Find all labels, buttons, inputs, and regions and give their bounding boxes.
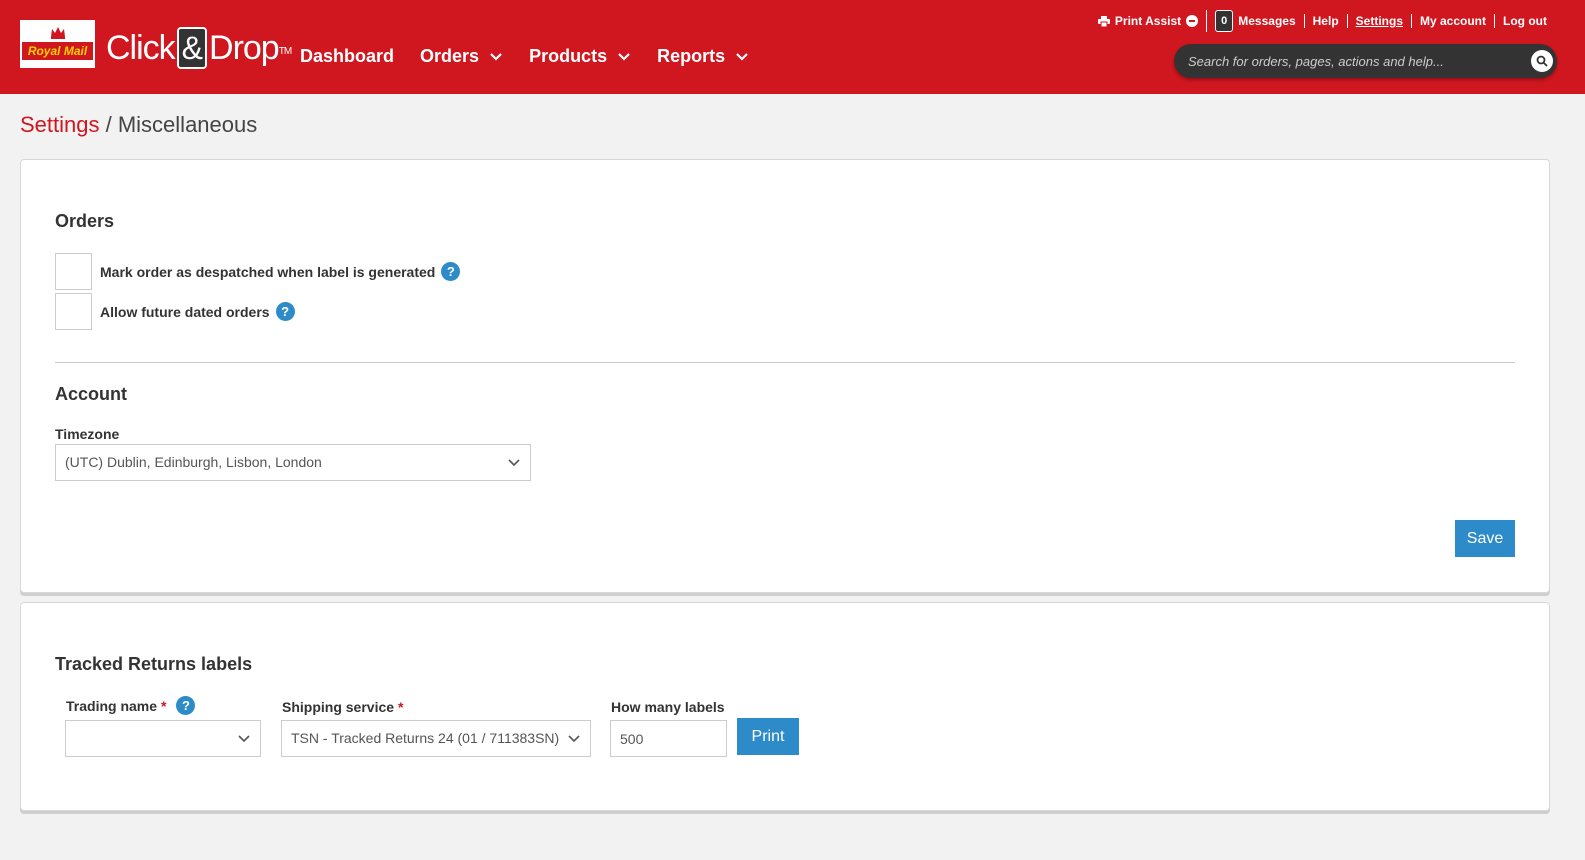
help-link[interactable]: Help [1303, 14, 1347, 28]
shipping-service-select[interactable]: TSN - Tracked Returns 24 (01 / 711383SN) [281, 720, 591, 757]
search-bar [1174, 44, 1557, 78]
nav-label: Dashboard [300, 46, 395, 66]
chevron-down-icon [736, 52, 748, 61]
brand-post: Drop [209, 29, 280, 67]
search-input[interactable] [1188, 50, 1518, 72]
trading-name-label-row: Trading name * ? [66, 696, 196, 715]
nav-label: Reports [657, 46, 726, 66]
settings-link[interactable]: Settings [1346, 14, 1411, 28]
print-assist-link[interactable]: Print Assist [1090, 14, 1206, 28]
nav-dashboard[interactable]: Dashboard [300, 46, 394, 67]
print-button[interactable]: Print [737, 718, 799, 755]
search-button[interactable] [1531, 50, 1553, 72]
minus-circle-icon [1186, 15, 1199, 27]
tracked-returns-panel: Tracked Returns labels Trading name * ? … [20, 602, 1550, 811]
shipping-service-value: TSN - Tracked Returns 24 (01 / 711383SN) [291, 730, 560, 746]
app-header: Royal Mail Click & DropTM Dashboard Orders… [0, 0, 1585, 94]
help-icon[interactable]: ? [275, 302, 295, 321]
printer-icon [1097, 15, 1110, 27]
how-many-labels-label: How many labels [611, 699, 725, 715]
timezone-select[interactable]: (UTC) Dublin, Edinburgh, Lisbon, London [55, 444, 531, 481]
crown-icon [51, 27, 65, 39]
future-dated-checkbox[interactable] [55, 293, 92, 330]
brand-pre: Click [106, 29, 176, 67]
nav-orders[interactable]: Orders [420, 46, 503, 67]
account-section-title: Account [55, 384, 127, 404]
brand-amp: & [176, 27, 208, 69]
main-nav: Dashboard Orders Products Reports [300, 46, 749, 67]
shipping-service-label: Shipping service [282, 699, 395, 715]
messages-label: Messages [1238, 14, 1296, 28]
orders-section-title: Orders [55, 211, 115, 231]
nav-label: Products [529, 46, 608, 66]
required-marker: * [398, 699, 404, 715]
required-marker: * [161, 697, 167, 714]
brand-name[interactable]: Click & DropTM [106, 26, 292, 70]
logo-text: Royal Mail [22, 42, 93, 60]
save-button[interactable]: Save [1455, 520, 1515, 557]
nav-label: Orders [420, 46, 480, 66]
despatch-option-row: Mark order as despatched when label is g… [55, 253, 461, 290]
breadcrumb: Settings / Miscellaneous [20, 112, 257, 138]
chevron-down-icon [238, 735, 250, 743]
print-assist-label: Print Assist [1114, 14, 1182, 28]
breadcrumb-settings-link[interactable]: Settings [20, 112, 100, 137]
nav-products[interactable]: Products [529, 46, 631, 67]
chevron-down-icon [618, 52, 630, 61]
my-account-label: My account [1420, 14, 1487, 28]
nav-reports[interactable]: Reports [657, 46, 749, 67]
breadcrumb-current: Miscellaneous [117, 112, 258, 137]
future-dated-option-row: Allow future dated orders ? [55, 293, 295, 330]
settings-panel: Orders Mark order as despatched when lab… [20, 159, 1550, 593]
chevron-down-icon [568, 735, 580, 743]
despatch-checkbox[interactable] [55, 253, 92, 290]
log-out-link[interactable]: Log out [1494, 14, 1555, 28]
log-out-label: Log out [1503, 14, 1547, 28]
shipping-service-label-row: Shipping service * [282, 699, 404, 715]
settings-label: Settings [1355, 14, 1403, 28]
messages-link[interactable]: 0 Messages [1206, 10, 1304, 32]
timezone-value: (UTC) Dublin, Edinburgh, Lisbon, London [65, 454, 322, 470]
message-count-badge: 0 [1215, 10, 1234, 32]
tracked-returns-title: Tracked Returns labels [55, 654, 253, 674]
help-icon[interactable]: ? [441, 262, 461, 281]
my-account-link[interactable]: My account [1411, 14, 1494, 28]
logo-stripe [22, 60, 93, 68]
search-icon [1536, 55, 1548, 67]
chevron-down-icon [490, 52, 502, 61]
help-icon[interactable]: ? [176, 696, 196, 715]
royal-mail-logo[interactable]: Royal Mail [20, 20, 95, 68]
help-label: Help [1312, 14, 1339, 28]
timezone-label: Timezone [55, 426, 120, 442]
how-many-labels-input[interactable] [610, 720, 727, 757]
trading-name-select[interactable] [65, 720, 261, 757]
future-dated-option-label: Allow future dated orders [100, 303, 270, 320]
top-links: Print Assist 0 Messages Help Settings My… [1090, 10, 1555, 32]
section-divider [55, 362, 1515, 363]
breadcrumb-separator: / [99, 112, 118, 137]
despatch-option-label: Mark order as despatched when label is g… [100, 263, 436, 280]
brand-tm: TM [278, 46, 292, 57]
trading-name-label: Trading name [66, 697, 158, 714]
chevron-down-icon [508, 459, 520, 467]
